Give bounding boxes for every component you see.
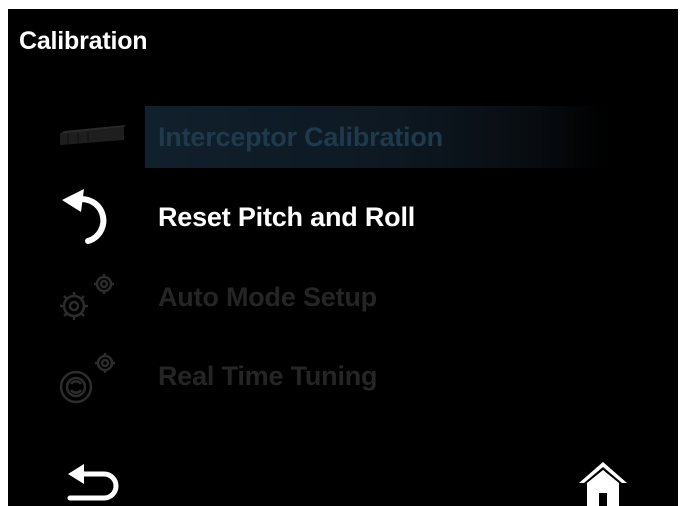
menu-item-auto-mode-setup[interactable]: Auto Mode Setup [8, 266, 678, 328]
gears-icon [48, 266, 132, 328]
page-title: Calibration [19, 27, 148, 55]
menu-item-real-time-tuning[interactable]: Real Time Tuning [8, 345, 678, 407]
home-icon [573, 462, 633, 506]
reset-arrow-icon [48, 186, 132, 248]
home-button[interactable] [573, 459, 633, 506]
tuning-gear-icon [48, 345, 132, 407]
menu-item-label: Auto Mode Setup [158, 282, 377, 312]
interceptor-icon [48, 106, 132, 168]
back-button[interactable] [60, 464, 130, 506]
menu-item-reset-pitch-and-roll[interactable]: Reset Pitch and Roll [8, 186, 678, 248]
menu-item-label: Interceptor Calibration [158, 122, 443, 152]
menu-item-label: Real Time Tuning [158, 361, 378, 391]
menu-item-interceptor-calibration[interactable]: Interceptor Calibration [8, 106, 678, 168]
calibration-screen: Calibration Interceptor Calibration Rese… [8, 9, 678, 506]
menu-item-label: Reset Pitch and Roll [158, 202, 416, 232]
back-arrow-icon [60, 464, 130, 506]
